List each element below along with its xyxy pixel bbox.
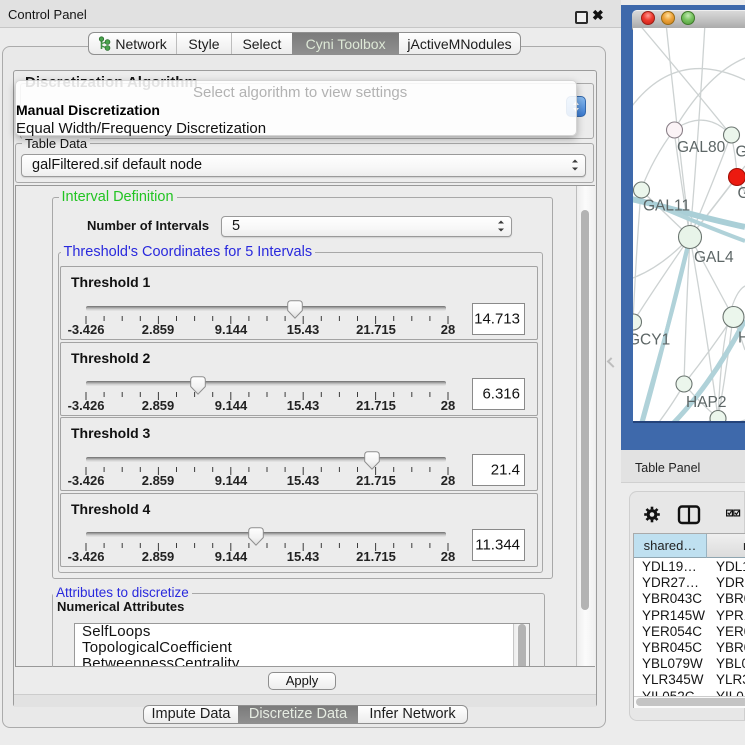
svg-text:GAL4: GAL4	[694, 249, 734, 266]
svg-text:GA: GA	[736, 144, 745, 161]
svg-text:GAL80: GAL80	[677, 139, 726, 156]
svg-text:HI: HI	[738, 330, 745, 347]
svg-text:GA: GA	[738, 185, 745, 202]
svg-text:GAL11: GAL11	[643, 198, 690, 215]
svg-text:HAP2: HAP2	[686, 394, 727, 411]
svg-text:GCY1: GCY1	[633, 332, 670, 349]
